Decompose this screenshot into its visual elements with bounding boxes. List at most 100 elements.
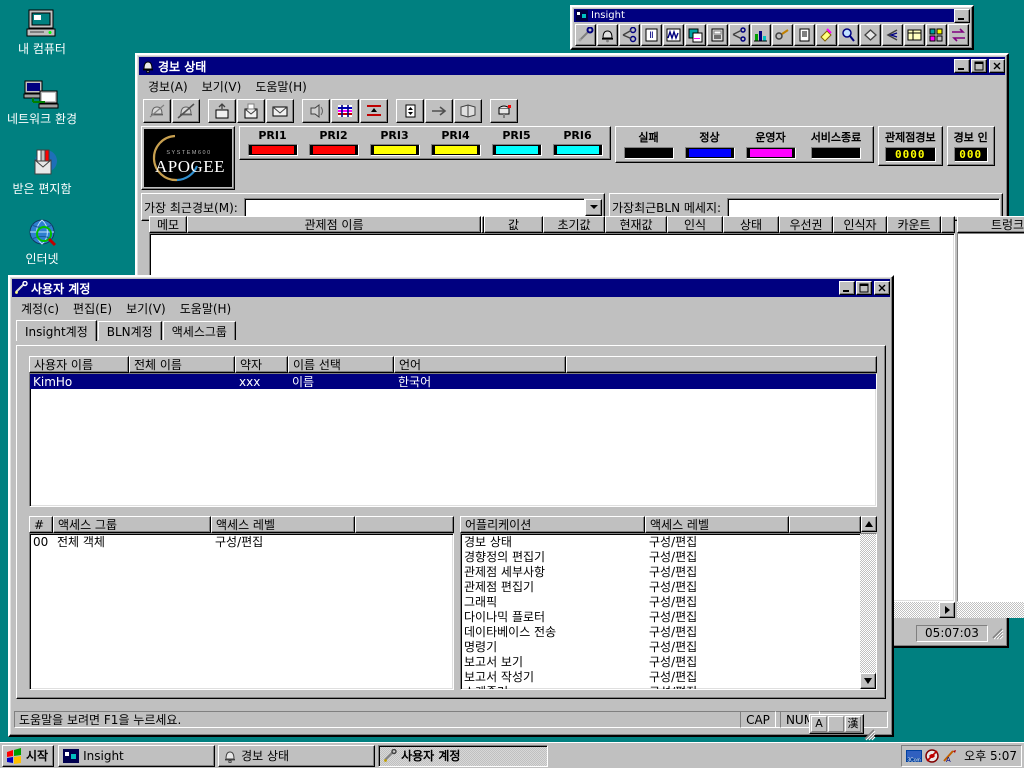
col-initial-value[interactable]: 초기값 [543, 216, 605, 233]
user-list-header-row[interactable]: 사용자 이름 전체 이름 약자 이름 선택 언어 [29, 356, 877, 373]
ime-alpha-button[interactable]: A [811, 716, 827, 732]
network-graph-icon[interactable] [618, 24, 640, 46]
transfer-arrows-icon[interactable] [947, 24, 969, 46]
tab-insight-account[interactable]: Insight계정 [16, 320, 97, 341]
arrow-fan-icon[interactable] [882, 24, 904, 46]
access-group-header-row[interactable]: # 액세스 그룹 액세스 레벨 [29, 516, 454, 533]
vscroll-track[interactable] [860, 534, 876, 673]
col-access-level[interactable]: 액세스 레벨 [645, 516, 789, 533]
priority-cell[interactable]: PRI3 [364, 129, 425, 156]
application-body[interactable]: 경보 상태 구성/편집 경향정의 편집기 구성/편집 관제점 세부사항 구성/편집 관제점 … [460, 533, 877, 690]
priority-cell[interactable]: PRI6 [547, 129, 608, 156]
menu-view[interactable]: 보기(V) [195, 77, 249, 96]
col-count[interactable]: 카운트 [887, 216, 941, 233]
node-tree-icon[interactable] [728, 24, 750, 46]
menu-alarm[interactable]: 경보(A) [141, 77, 195, 96]
application-rows[interactable]: 경보 상태 구성/편집 경향정의 편집기 구성/편집 관제점 세부사항 구성/편집 관제점 … [461, 534, 860, 689]
status-cell[interactable]: 운영자 [740, 129, 801, 159]
alarm-silence-icon[interactable] [172, 99, 200, 123]
grid-filter-icon[interactable] [331, 99, 359, 123]
table-row[interactable]: 00 전체 객체 구성/편집 [30, 534, 453, 550]
col-ack-by[interactable]: 인식자 [833, 216, 887, 233]
user-tabstrip[interactable]: Insight계정 BLN계정 액세스그룹 [10, 320, 892, 341]
insight-minimize-button[interactable] [954, 8, 970, 23]
hscroll-track[interactable] [957, 602, 1024, 618]
col-access-group[interactable]: 액세스 그룹 [53, 516, 211, 533]
keypad-icon[interactable] [706, 24, 728, 46]
alarm-menubar[interactable]: 경보(A) 보기(V) 도움말(H) [137, 77, 1007, 96]
col-point-name[interactable]: 관제점 이름 [187, 216, 481, 233]
forward-icon[interactable] [425, 99, 453, 123]
col-current-value[interactable]: 현재값 [605, 216, 667, 233]
table-grid-icon[interactable] [904, 24, 925, 46]
table-row[interactable]: 명령기 구성/편집 [461, 639, 860, 654]
taskbar-item-insight[interactable]: Insight [58, 744, 216, 767]
menu-view[interactable]: 보기(V) [119, 299, 173, 318]
col-trunk[interactable]: 트렁크 [957, 216, 1024, 233]
bell-alarm-icon[interactable] [596, 24, 618, 46]
mail-send-icon[interactable] [208, 99, 236, 123]
table-row[interactable]: 관제점 세부사항 구성/편집 [461, 564, 860, 579]
ime-status-bar[interactable]: A 漢 [809, 714, 864, 734]
ime-mode-button[interactable] [828, 716, 844, 732]
menu-help[interactable]: 도움말(H) [173, 299, 239, 318]
insight-toolbar[interactable]: Ⅱ [572, 22, 972, 46]
report-list-icon[interactable] [794, 24, 816, 46]
alarm-table-header-row[interactable]: 메모 관제점 이름 값 초기값 현재값 인식 상태 우선권 인식자 카운트 [149, 216, 955, 233]
table-row[interactable]: 그래픽 구성/편집 [461, 594, 860, 609]
alarm-minimize-button[interactable] [954, 59, 970, 73]
start-button[interactable]: 시작 [2, 744, 55, 767]
table-row[interactable]: 관제점 편집기 구성/편집 [461, 579, 860, 594]
recent-alarm-input[interactable] [243, 197, 585, 217]
application-header-row[interactable]: 어플리케이션 액세스 레벨 [460, 516, 877, 533]
user-menubar[interactable]: 계정(c) 편집(E) 보기(V) 도움말(H) [10, 299, 892, 318]
magnifier-icon[interactable] [838, 24, 860, 46]
col-state[interactable]: 상태 [723, 216, 779, 233]
system-tray[interactable]: 3Com A 오후 5:07 [901, 744, 1022, 767]
user-maximize-button[interactable] [856, 281, 872, 295]
waveform-trend-icon[interactable] [662, 24, 684, 46]
col-application[interactable]: 어플리케이션 [460, 516, 645, 533]
col-initials[interactable]: 약자 [235, 356, 288, 373]
col-number[interactable]: # [29, 516, 53, 533]
tray-clock[interactable]: 오후 5:07 [964, 747, 1017, 764]
alarm-ack-icon[interactable] [143, 99, 171, 123]
user-minimize-button[interactable] [839, 281, 855, 295]
table-row[interactable]: 경보 상태 구성/편집 [461, 534, 860, 549]
col-language[interactable]: 언어 [394, 356, 566, 373]
alarm-titlebar[interactable]: 경보 상태 [139, 57, 1005, 75]
diamond-icon[interactable] [860, 24, 882, 46]
col-memo[interactable]: 메모 [149, 216, 187, 233]
menu-account[interactable]: 계정(c) [14, 299, 66, 318]
table-row[interactable]: 다이나믹 플로터 구성/편집 [461, 609, 860, 624]
priority-cell[interactable]: PRI2 [303, 129, 364, 156]
ime-pen-icon[interactable]: A [942, 748, 958, 764]
scroll-right-button[interactable] [939, 602, 955, 618]
col-fullname[interactable]: 전체 이름 [129, 356, 235, 373]
priority-cell[interactable]: PRI5 [486, 129, 547, 156]
user-list-body[interactable]: KimHo xxx 이름 한국어 [29, 373, 877, 507]
desktop-icon-network-neighborhood[interactable]: 네트워크 환경 [4, 76, 80, 126]
chevron-down-icon[interactable] [585, 198, 602, 216]
menu-help[interactable]: 도움말(H) [248, 77, 314, 96]
user-close-button[interactable] [874, 281, 890, 295]
resize-grip[interactable] [990, 626, 1004, 640]
alarm-toolbar[interactable] [139, 96, 1005, 126]
table-row[interactable]: 경향정의 편집기 구성/편집 [461, 549, 860, 564]
taskbar-item-user-account[interactable]: 사용자 계정 [378, 744, 549, 767]
user-titlebar[interactable]: 사용자 계정 [12, 279, 890, 297]
tab-access-group[interactable]: 액세스그룹 [162, 321, 236, 340]
meter-gauge-icon[interactable]: Ⅱ [640, 24, 662, 46]
insight-toolbar-window[interactable]: Insight Ⅱ [570, 5, 974, 50]
col-ack[interactable]: 인식 [667, 216, 723, 233]
antivirus-shield-icon[interactable] [924, 748, 940, 764]
user-list-panel[interactable]: 사용자 이름 전체 이름 약자 이름 선택 언어 KimHo xxx 이름 한국… [29, 356, 877, 507]
recent-bln-input[interactable] [727, 197, 1000, 217]
priority-cell[interactable]: PRI4 [425, 129, 486, 156]
taskbar-item-alarm-status[interactable]: 경보 상태 [218, 744, 376, 767]
taskbar[interactable]: 시작 Insight 경보 상태 사용자 계정 3Com A 오후 5:07 [0, 742, 1024, 768]
priority-sort-icon[interactable] [360, 99, 388, 123]
desktop-icon-internet[interactable]: 인터넷 [4, 216, 80, 266]
mailbox-icon[interactable] [490, 99, 518, 123]
table-row[interactable]: KimHo xxx 이름 한국어 [30, 374, 876, 389]
